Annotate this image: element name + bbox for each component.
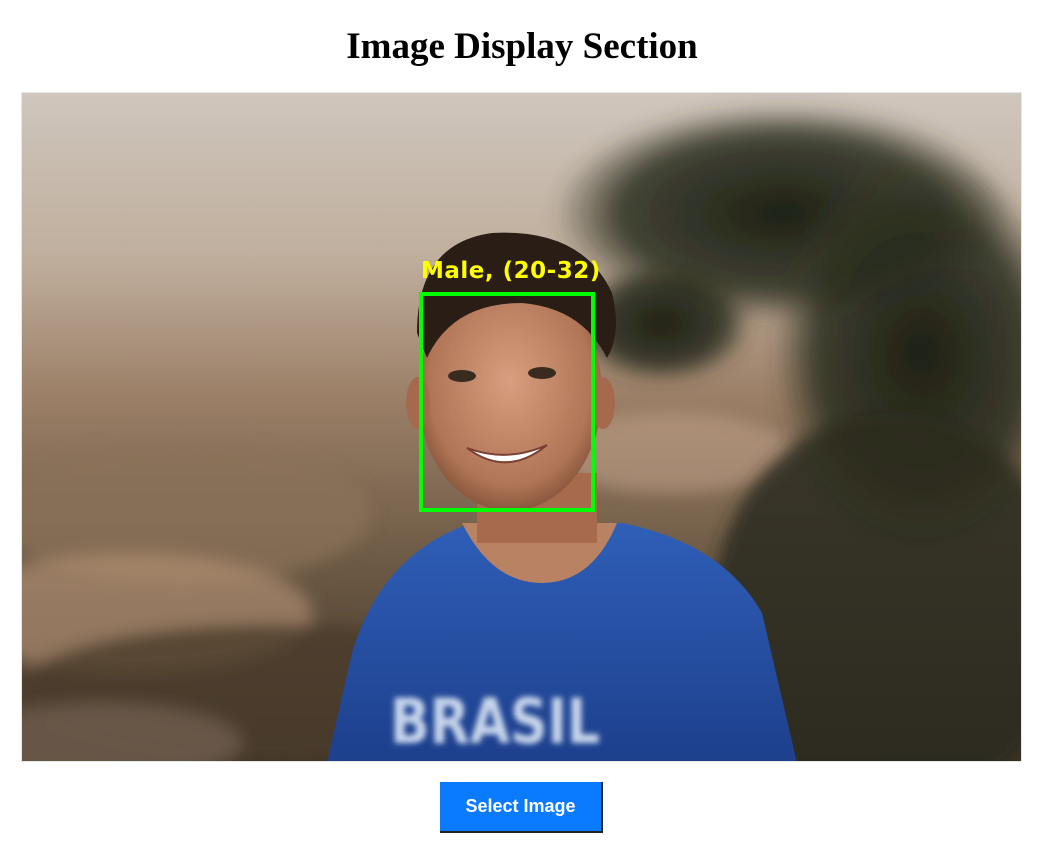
page-title: Image Display Section [346, 26, 698, 67]
select-image-button[interactable]: Select Image [440, 782, 603, 833]
displayed-image: BRASIL Male, (20-32) [21, 92, 1022, 762]
face-detection-box [419, 292, 595, 512]
shirt-print: BRASIL [390, 685, 600, 758]
detection-label: Male, (20-32) [421, 258, 601, 284]
